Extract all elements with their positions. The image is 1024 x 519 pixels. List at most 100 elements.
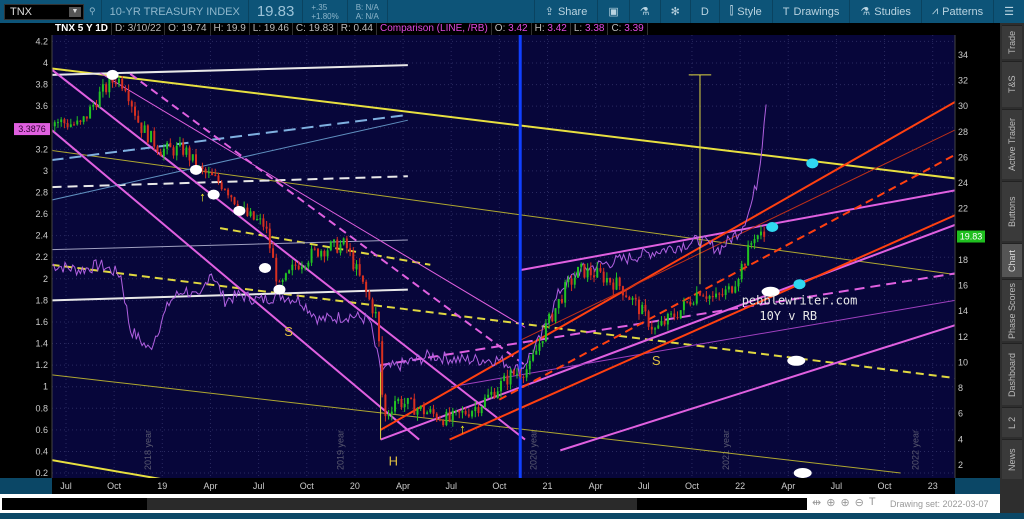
candle-body [560, 299, 563, 303]
sidebar-tab-t-s[interactable]: T&S [1002, 61, 1022, 107]
candle-body [114, 82, 117, 84]
candle-body [127, 90, 130, 102]
candle-body [464, 410, 467, 415]
oval-marker[interactable] [190, 164, 203, 175]
candle-body [156, 146, 159, 152]
pan-icon[interactable]: ⇹ [812, 496, 821, 509]
candle-body [105, 84, 108, 93]
sidebar-tab-dashboard[interactable]: Dashboard [1002, 343, 1022, 405]
chart-annotation[interactable]: S [652, 353, 661, 368]
chart-annotation[interactable]: ↑ [459, 421, 466, 436]
chart-controls: ⇹ ⊕ ⊕ ⊖ T [812, 496, 876, 509]
candle-body [63, 119, 66, 124]
candle-body [551, 313, 554, 322]
sidebar-tab-news[interactable]: News [1002, 439, 1022, 479]
crosshair-icon[interactable]: ⊕ [826, 496, 835, 509]
year-label: 2019 year [336, 430, 346, 470]
candle-body [493, 391, 496, 399]
candle-body [390, 411, 393, 415]
sidebar-tab-l-2[interactable]: L 2 [1002, 407, 1022, 437]
candle-body [676, 317, 679, 319]
left-axis-tick: 1.6 [35, 317, 48, 327]
candle-body [117, 78, 120, 84]
oval-marker[interactable] [259, 263, 272, 274]
candle-body [753, 239, 756, 244]
candle-body [451, 410, 454, 421]
candle-body [310, 248, 313, 263]
candle-body [333, 239, 336, 242]
candle-body [570, 278, 573, 285]
candle-body [711, 296, 714, 298]
candle-body [612, 282, 615, 290]
candle-body [686, 301, 689, 303]
oval-marker[interactable] [106, 69, 119, 80]
chart-annotation[interactable]: pebblewriter.com [742, 294, 858, 308]
menu-icon: ☰ [1004, 6, 1014, 18]
sidebar-tab-buttons[interactable]: Buttons [1002, 181, 1022, 241]
candle-body [625, 295, 628, 298]
candle-body [230, 195, 233, 198]
sidebar-tab-active-trader[interactable]: Active Trader [1002, 109, 1022, 179]
candle-body [394, 401, 397, 412]
candle-body [759, 231, 762, 236]
plot-area[interactable] [52, 35, 955, 478]
candle-body [455, 410, 458, 412]
oval-marker[interactable] [233, 205, 246, 216]
candle-body [406, 398, 409, 404]
left-axis-tick: 0.8 [35, 403, 48, 413]
candle-body [259, 218, 262, 220]
text-T-icon[interactable]: T [869, 496, 876, 509]
oval-marker[interactable] [787, 355, 806, 366]
x-axis-tick: Jul [253, 481, 265, 491]
x-axis-tick: 20 [350, 481, 360, 491]
price-chart[interactable]: 2018 year 2019 year 2020 year 2021 year 2022… [0, 0, 1000, 494]
candle-body [654, 328, 657, 330]
candle-body [532, 354, 535, 361]
x-axis-tick: 22 [735, 481, 745, 491]
candle-body [471, 411, 474, 417]
chart-annotation[interactable]: H [389, 453, 398, 468]
year-label: 2018 year [143, 430, 153, 470]
candle-body [589, 268, 592, 276]
candle-body [92, 105, 95, 107]
candle-body [763, 231, 766, 237]
oval-marker[interactable] [766, 222, 779, 233]
candle-body [634, 297, 637, 300]
scrollbar-thumb[interactable] [147, 498, 637, 510]
oval-marker[interactable] [793, 279, 806, 290]
candle-body [750, 243, 753, 245]
left-axis-tick: 3.6 [35, 101, 48, 111]
candle-body [734, 286, 737, 293]
oval-marker[interactable] [273, 284, 286, 295]
sidebar-tab-phase-scores[interactable]: Phase Scores [1002, 279, 1022, 341]
right-axis-tick: 14 [958, 306, 968, 316]
left-axis-tick: 0.2 [35, 468, 48, 478]
candle-body [737, 279, 740, 287]
candle-body [227, 189, 230, 196]
zoom-out-icon[interactable]: ⊖ [855, 496, 864, 509]
candle-body [477, 406, 480, 414]
chart-annotation[interactable]: S [284, 324, 293, 339]
x-axis-tick: Jul [831, 481, 843, 491]
candle-body [747, 244, 750, 266]
comparison-price-tag-text: 3.3876 [18, 124, 46, 134]
zoom-in-icon[interactable]: ⊕ [840, 496, 849, 509]
x-axis-tick: Oct [107, 481, 122, 491]
oval-marker[interactable] [806, 158, 819, 169]
candle-body [458, 410, 461, 413]
left-axis-tick: 2.8 [35, 187, 48, 197]
oval-marker[interactable] [793, 468, 812, 478]
chart-annotation[interactable]: 10Y v RB [759, 309, 817, 323]
sidebar-tab-trade[interactable]: Trade [1002, 25, 1022, 59]
x-axis-tick: Apr [781, 481, 795, 491]
oval-marker[interactable] [207, 189, 220, 200]
candle-body [304, 266, 307, 268]
candle-body [381, 341, 384, 395]
candle-body [538, 343, 541, 351]
chart-annotation[interactable]: ↑ [199, 189, 206, 204]
sidebar-tab-chart[interactable]: Chart [1002, 243, 1022, 277]
chart-scrollbar[interactable] [2, 498, 807, 510]
candle-body [715, 293, 718, 298]
drawing-set[interactable]: Drawing set: 2022-03-07 [890, 499, 989, 509]
candle-body [349, 248, 352, 252]
